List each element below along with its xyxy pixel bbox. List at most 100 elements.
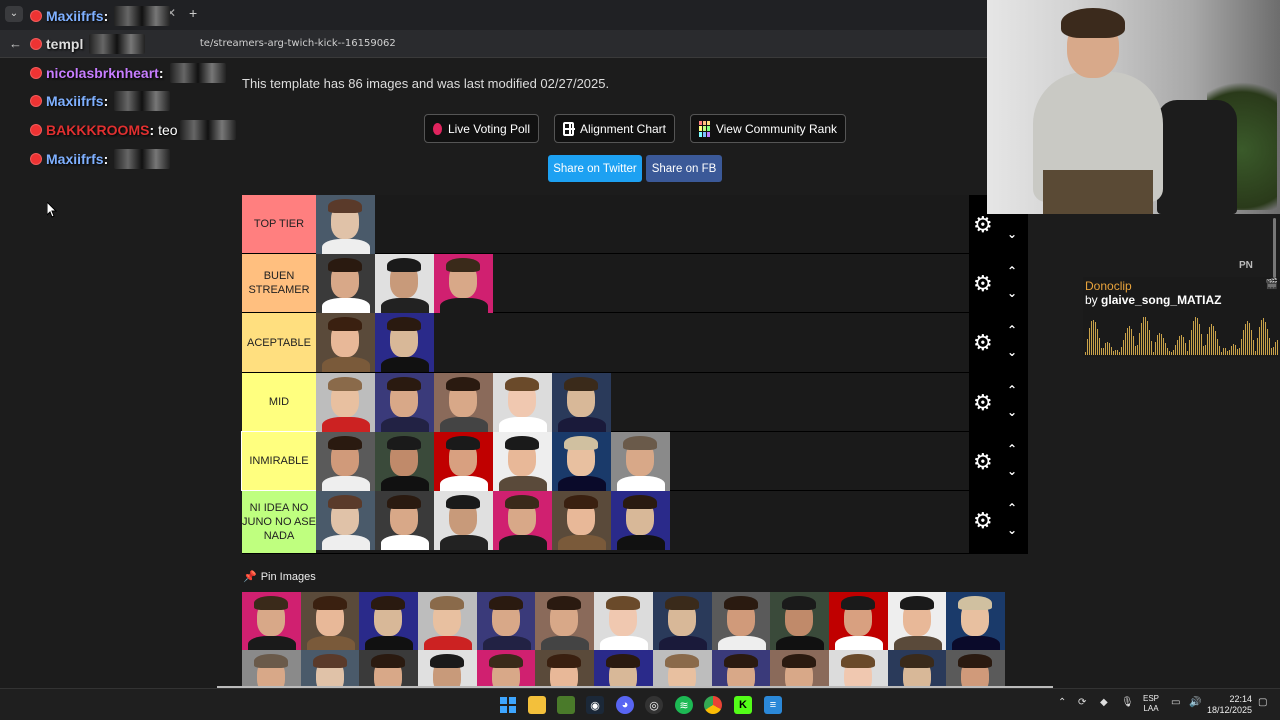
gear-icon[interactable]: ⚙ — [973, 214, 993, 236]
share-twitter-button[interactable]: Share on Twitter — [548, 155, 642, 182]
vertical-scrollbar-thumb[interactable] — [1273, 218, 1276, 278]
tier-item-image[interactable] — [611, 491, 670, 550]
move-up-icon[interactable]: ⌃ — [1007, 383, 1017, 397]
obs-icon[interactable]: ◎ — [645, 696, 663, 714]
view-community-rank-button[interactable]: View Community Rank — [690, 114, 846, 143]
new-tab-icon[interactable]: + — [189, 5, 197, 21]
pool-item-image[interactable] — [476, 592, 536, 651]
chat-username[interactable]: Maxiifrfs — [46, 151, 104, 167]
pool-item-image[interactable] — [418, 592, 477, 651]
sync-icon[interactable]: ⟳ — [1078, 697, 1086, 708]
tier-item-image[interactable] — [375, 313, 434, 372]
tier-item-image[interactable] — [434, 432, 493, 491]
pool-item-image[interactable] — [594, 592, 653, 651]
pool-item-image[interactable] — [300, 592, 360, 651]
tier-label[interactable]: NI IDEA NO JUNO NO ASE NADA — [242, 491, 316, 553]
pool-item-image[interactable] — [535, 592, 595, 651]
pool-item-image[interactable] — [946, 592, 1005, 651]
network-icon[interactable]: ▭ — [1171, 697, 1180, 708]
pool-item-image[interactable] — [887, 592, 947, 651]
move-down-icon[interactable]: ⌄ — [1007, 464, 1017, 478]
microphone-icon[interactable]: 🎙 — [1121, 697, 1134, 708]
pool-item-image[interactable] — [711, 592, 771, 651]
tab-list-chevron-icon[interactable]: ⌄ — [5, 6, 23, 22]
tier-item-image[interactable] — [316, 432, 375, 491]
language-indicator[interactable]: ESP LAA — [1143, 694, 1159, 714]
gear-icon[interactable]: ⚙ — [973, 392, 993, 414]
tier-label[interactable]: ACEPTABLE — [242, 313, 316, 372]
steam-icon[interactable]: ◉ — [586, 696, 604, 714]
tier-item-image[interactable] — [375, 432, 434, 491]
chat-username[interactable]: nicolasbrknheart — [46, 65, 159, 81]
share-fb-button[interactable]: Share on FB — [646, 155, 722, 182]
move-up-icon[interactable]: ⌃ — [1007, 501, 1017, 515]
notepad-icon[interactable]: ≡ — [764, 696, 782, 714]
pool-item-image[interactable] — [828, 592, 888, 651]
volume-icon[interactable]: 🔊 — [1189, 697, 1201, 708]
gear-icon[interactable]: ⚙ — [973, 451, 993, 473]
chat-username[interactable]: BAKKKROOMS — [46, 122, 149, 138]
move-up-icon[interactable]: ⌃ — [1007, 264, 1017, 278]
pool-item-image[interactable] — [828, 650, 888, 688]
alignment-chart-button[interactable]: Alignment Chart — [554, 114, 675, 143]
vertical-scrollbar[interactable] — [1272, 214, 1278, 688]
pool-item-image[interactable] — [946, 650, 1005, 688]
pool-item-image[interactable] — [242, 650, 301, 688]
chat-username[interactable]: templ — [46, 36, 83, 52]
pool-item-image[interactable] — [652, 592, 712, 651]
pool-item-image[interactable] — [887, 650, 947, 688]
file-explorer-icon[interactable] — [528, 696, 546, 714]
notification-icon[interactable]: ▢ — [1258, 697, 1267, 708]
move-down-icon[interactable]: ⌄ — [1007, 227, 1017, 241]
tier-item-image[interactable] — [434, 491, 493, 550]
chrome-icon[interactable] — [704, 696, 722, 714]
move-down-icon[interactable]: ⌄ — [1007, 286, 1017, 300]
move-down-icon[interactable]: ⌄ — [1007, 345, 1017, 359]
pool-item-image[interactable] — [711, 650, 771, 688]
spotify-icon[interactable]: ≋ — [675, 696, 693, 714]
tier-item-image[interactable] — [552, 491, 611, 550]
tier-label[interactable]: TOP TIER — [242, 195, 316, 253]
shield-icon[interactable]: ◆ — [1100, 697, 1108, 708]
pool-item-image[interactable] — [652, 650, 712, 688]
pool-item-image[interactable] — [359, 650, 419, 688]
tier-label[interactable]: BUEN STREAMER — [242, 254, 316, 312]
chat-username[interactable]: Maxiifrfs — [46, 93, 104, 109]
game-app-icon[interactable] — [557, 696, 575, 714]
tier-item-image[interactable] — [316, 491, 375, 550]
tier-item-image[interactable] — [375, 254, 434, 313]
pin-images-header[interactable]: 📌 Pin Images — [243, 570, 316, 584]
pool-item-image[interactable] — [242, 592, 301, 651]
chat-username[interactable]: Maxiifrfs — [46, 8, 104, 24]
tier-item-image[interactable] — [375, 491, 434, 550]
tier-item-image[interactable] — [611, 432, 670, 491]
tier-label[interactable]: MID — [242, 373, 316, 431]
tier-item-image[interactable] — [552, 432, 611, 491]
pool-item-image[interactable] — [535, 650, 595, 688]
kick-icon[interactable]: K — [734, 696, 752, 714]
live-voting-poll-button[interactable]: Live Voting Poll — [424, 114, 539, 143]
gear-icon[interactable]: ⚙ — [973, 332, 993, 354]
pool-item-image[interactable] — [300, 650, 360, 688]
gear-icon[interactable]: ⚙ — [973, 510, 993, 532]
tier-item-image[interactable] — [434, 254, 493, 313]
tier-item-image[interactable] — [434, 373, 493, 432]
back-arrow-icon[interactable]: ← — [9, 36, 22, 51]
move-up-icon[interactable]: ⌃ — [1007, 323, 1017, 337]
move-down-icon[interactable]: ⌄ — [1007, 405, 1017, 419]
tier-label[interactable]: INMIRABLE — [241, 431, 317, 491]
gear-icon[interactable]: ⚙ — [973, 273, 993, 295]
pool-item-image[interactable] — [476, 650, 536, 688]
tray-chevron-icon[interactable]: ⌃ — [1058, 697, 1066, 708]
system-clock[interactable]: 22:14 18/12/2025 — [1207, 694, 1252, 716]
pool-item-image[interactable] — [594, 650, 653, 688]
tier-item-image[interactable] — [493, 432, 552, 491]
tier-item-image[interactable] — [493, 491, 552, 550]
tier-item-image[interactable] — [552, 373, 611, 432]
pool-item-image[interactable] — [418, 650, 477, 688]
tier-item-image[interactable] — [375, 373, 434, 432]
tier-item-image[interactable] — [316, 313, 375, 372]
move-up-icon[interactable]: ⌃ — [1007, 442, 1017, 456]
pool-item-image[interactable] — [770, 592, 829, 651]
move-down-icon[interactable]: ⌄ — [1007, 523, 1017, 537]
